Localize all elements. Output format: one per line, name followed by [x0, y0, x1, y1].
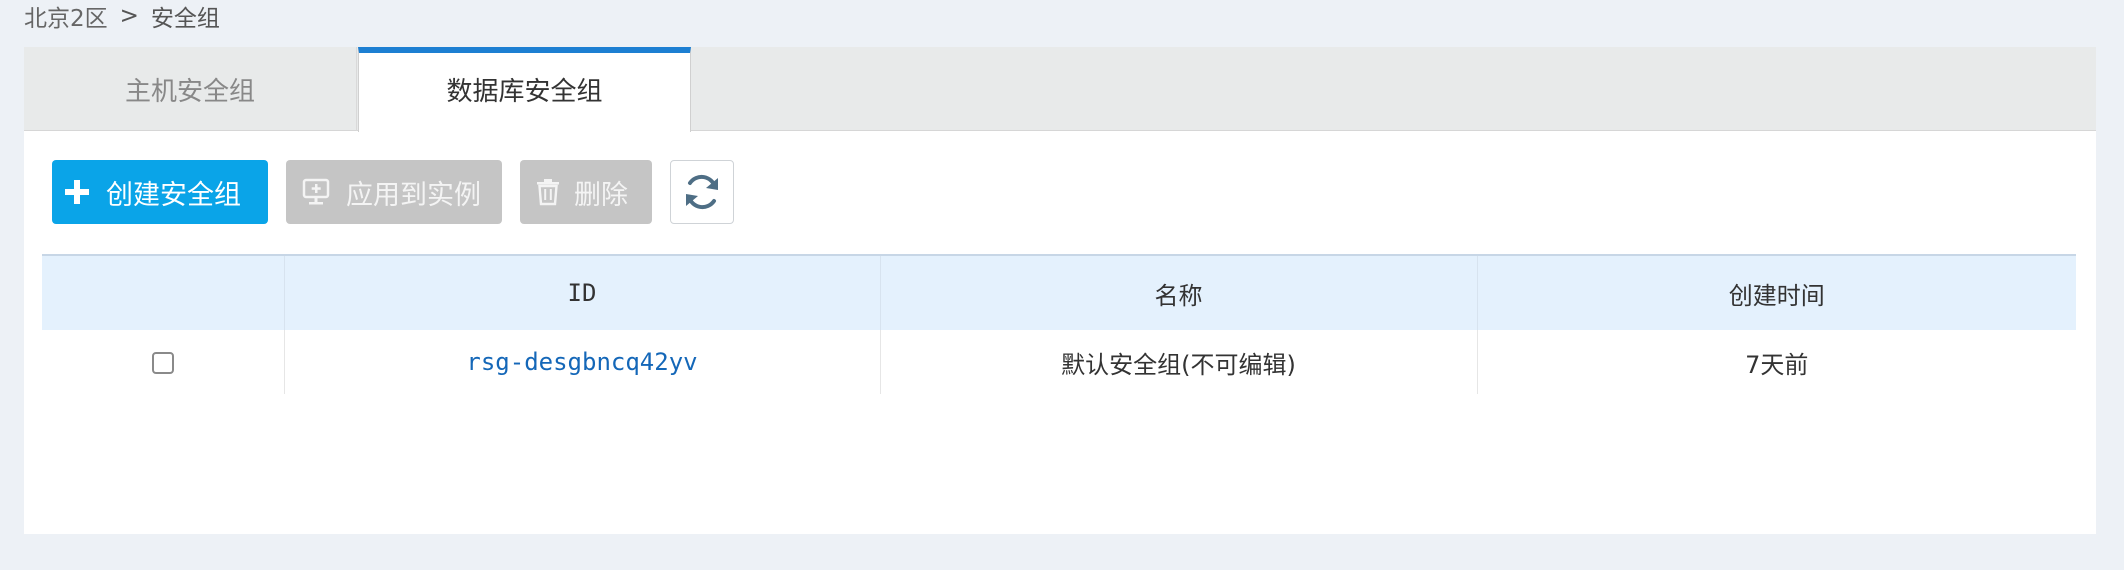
breadcrumb-current: 安全组	[150, 6, 220, 32]
refresh-button[interactable]	[670, 160, 734, 224]
column-header-created[interactable]: 创建时间	[1476, 255, 2076, 330]
row-created-cell: 7天前	[1476, 330, 2076, 394]
column-header-name[interactable]: 名称	[879, 255, 1477, 330]
tab-bar: 主机安全组 数据库安全组	[24, 47, 2096, 132]
create-button-label: 创建安全组	[106, 179, 241, 211]
row-checkbox[interactable]	[151, 352, 174, 374]
create-security-group-button[interactable]: 创建安全组	[52, 160, 268, 224]
table-row: rsg-desgbncq42yv 默认安全组(不可编辑) 7天前	[42, 330, 2076, 394]
row-id-cell: rsg-desgbncq42yv	[283, 330, 880, 394]
breadcrumb-region[interactable]: 北京2区	[24, 0, 108, 33]
main-panel: 主机安全组 数据库安全组 创建安全组 应用到实例 删除 ID 名称 创建时间 r…	[24, 47, 2096, 534]
tab-host-security-group[interactable]: 主机安全组	[24, 47, 357, 131]
plus-icon	[64, 179, 90, 205]
breadcrumb: 北京2区 > 安全组	[24, 0, 220, 32]
apply-to-instance-button[interactable]: 应用到实例	[286, 160, 502, 224]
column-header-select	[42, 255, 284, 330]
row-select-cell	[42, 330, 284, 394]
breadcrumb-separator: >	[119, 3, 139, 29]
row-id-link[interactable]: rsg-desgbncq42yv	[466, 348, 697, 376]
row-name-cell: 默认安全组(不可编辑)	[879, 330, 1477, 394]
monitor-plus-icon	[302, 178, 330, 206]
column-header-id[interactable]: ID	[283, 255, 880, 330]
refresh-icon	[682, 172, 722, 212]
delete-button[interactable]: 删除	[520, 160, 652, 224]
table-header-row: ID 名称 创建时间	[42, 255, 2076, 330]
apply-button-label: 应用到实例	[346, 179, 481, 211]
trash-icon	[536, 178, 560, 206]
tab-database-security-group[interactable]: 数据库安全组	[358, 47, 691, 132]
delete-button-label: 删除	[574, 179, 628, 211]
security-group-table: ID 名称 创建时间 rsg-desgbncq42yv 默认安全组(不可编辑) …	[42, 254, 2076, 394]
